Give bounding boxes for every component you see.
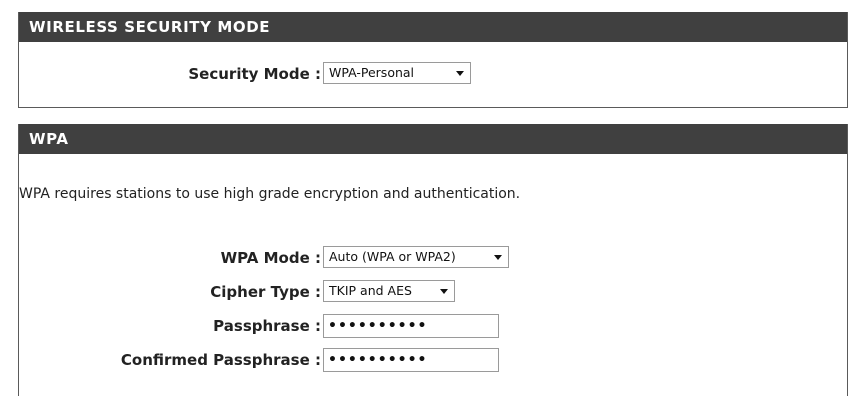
- section-title-wpa: WPA: [19, 124, 847, 154]
- wpa-description: WPA requires stations to use high grade …: [19, 186, 521, 202]
- security-mode-row: Security Mode : WPA-Personal: [19, 61, 849, 87]
- passphrase-input[interactable]: ••••••••••: [323, 314, 499, 338]
- passphrase-row: Passphrase : ••••••••••: [19, 313, 849, 339]
- security-mode-field: WPA-Personal: [323, 62, 471, 84]
- wpa-mode-select[interactable]: Auto (WPA or WPA2): [323, 246, 509, 268]
- chevron-down-icon: [456, 71, 464, 76]
- chevron-down-icon: [494, 255, 502, 260]
- chevron-down-icon: [440, 289, 448, 294]
- passphrase-label: Passphrase :: [213, 317, 321, 335]
- cipher-type-label: Cipher Type :: [210, 283, 321, 301]
- security-mode-selected-value: WPA-Personal: [329, 65, 415, 80]
- wpa-section: WPA WPA requires stations to use high gr…: [18, 124, 848, 396]
- confirmed-passphrase-field: ••••••••••: [323, 348, 499, 372]
- cipher-type-field: TKIP and AES: [323, 280, 455, 302]
- wpa-mode-field: Auto (WPA or WPA2): [323, 246, 509, 268]
- cipher-type-row: Cipher Type : TKIP and AES: [19, 279, 849, 305]
- confirmed-passphrase-row: Confirmed Passphrase : ••••••••••: [19, 347, 849, 373]
- security-mode-select[interactable]: WPA-Personal: [323, 62, 471, 84]
- cipher-type-selected-value: TKIP and AES: [329, 283, 412, 298]
- section-title-wireless-security-mode: WIRELESS SECURITY MODE: [19, 12, 847, 42]
- wpa-mode-label: WPA Mode :: [220, 249, 321, 267]
- wireless-security-page: WIRELESS SECURITY MODE Security Mode : W…: [0, 0, 850, 396]
- confirmed-passphrase-input[interactable]: ••••••••••: [323, 348, 499, 372]
- security-mode-label: Security Mode :: [188, 65, 321, 83]
- wpa-mode-row: WPA Mode : Auto (WPA or WPA2): [19, 245, 849, 271]
- wpa-mode-selected-value: Auto (WPA or WPA2): [329, 249, 456, 264]
- confirmed-passphrase-label: Confirmed Passphrase :: [120, 351, 321, 369]
- cipher-type-select[interactable]: TKIP and AES: [323, 280, 455, 302]
- passphrase-field: ••••••••••: [323, 314, 499, 338]
- wireless-security-mode-section: WIRELESS SECURITY MODE Security Mode : W…: [18, 12, 848, 108]
